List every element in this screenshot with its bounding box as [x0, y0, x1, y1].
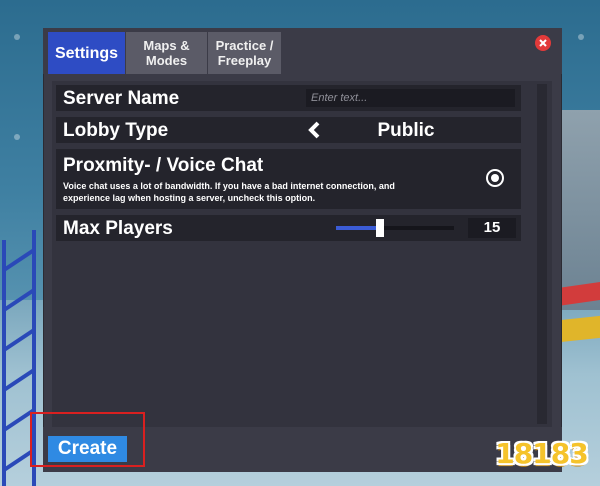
site-watermark-logo: 18183	[495, 436, 588, 470]
tab-maps-modes-label: Maps & Modes	[143, 38, 190, 68]
slider-handle[interactable]	[376, 219, 384, 237]
max-players-value: 15	[468, 218, 516, 238]
voice-chat-toggle-dot	[491, 174, 499, 182]
server-name-label: Server Name	[63, 88, 180, 109]
settings-list: Server Name Lobby Type Public Proxmity- …	[52, 81, 552, 427]
voice-chat-toggle[interactable]	[486, 169, 504, 187]
chevron-left-icon[interactable]	[306, 121, 324, 139]
tab-practice-freeplay[interactable]: Practice / Freeplay	[208, 32, 281, 74]
voice-chat-row: Proxmity- / Voice Chat Voice chat uses a…	[56, 149, 521, 209]
server-name-row: Server Name	[56, 85, 521, 111]
close-button[interactable]	[535, 35, 551, 51]
background-ladder-rack	[2, 230, 36, 486]
tab-settings[interactable]: Settings	[48, 32, 125, 74]
lobby-type-row: Lobby Type Public	[56, 117, 521, 143]
max-players-row: Max Players 15	[56, 215, 521, 241]
close-icon	[539, 39, 547, 47]
max-players-label: Max Players	[63, 218, 173, 239]
create-button[interactable]: Create	[48, 436, 127, 462]
server-name-input[interactable]	[306, 89, 515, 107]
background-light	[578, 34, 584, 40]
lobby-type-value: Public	[377, 120, 435, 141]
max-players-slider[interactable]	[336, 219, 454, 237]
voice-chat-description: Voice chat uses a lot of bandwidth. If y…	[63, 181, 395, 203]
tab-settings-label: Settings	[54, 44, 119, 62]
create-server-panel: Settings Maps & Modes Practice / Freepla…	[43, 28, 562, 472]
tab-practice-freeplay-label: Practice / Freeplay	[215, 38, 274, 68]
tab-maps-modes[interactable]: Maps & Modes	[126, 32, 207, 74]
slider-fill	[336, 226, 380, 230]
voice-chat-label: Proxmity- / Voice Chat	[63, 155, 264, 176]
background-light	[14, 34, 20, 40]
background-rail	[560, 315, 600, 343]
panel-footer: Create	[43, 427, 562, 472]
lobby-type-label: Lobby Type	[63, 120, 169, 141]
tab-bar: Settings Maps & Modes Practice / Freepla…	[43, 28, 562, 74]
settings-scrollbar[interactable]	[537, 84, 547, 424]
background-light	[14, 134, 20, 140]
